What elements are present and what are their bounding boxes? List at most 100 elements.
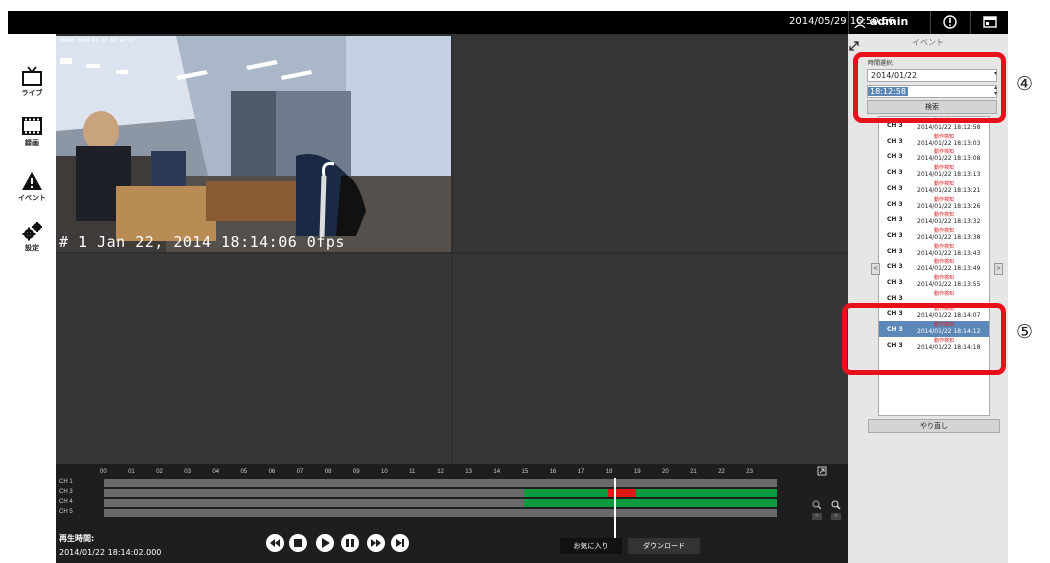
- timeline-hour-label: 21: [690, 469, 697, 475]
- event-time: 2014/01/22 18:13:49: [917, 265, 981, 273]
- play-icon: [322, 538, 330, 548]
- event-row[interactable]: CH 3 動作検知 2014/01/22 18:13:13: [879, 164, 989, 180]
- timeline-hour-label: 04: [212, 469, 220, 475]
- timeline-channel-label: CH 3: [59, 489, 73, 495]
- download-button[interactable]: ダウンロード: [628, 538, 700, 554]
- video-osd-header: 50080 2014-01-22 18:14:37: [59, 38, 135, 44]
- redo-button[interactable]: やり直し: [868, 419, 1000, 433]
- event-time: 2014/01/22 18:13:13: [917, 171, 981, 179]
- window-icon[interactable]: [982, 14, 998, 30]
- film-icon: [22, 117, 42, 135]
- stop-button[interactable]: [289, 534, 307, 552]
- event-time: 2014/01/22 18:13:26: [917, 202, 981, 210]
- event-row[interactable]: CH 3 動作検知 2014/01/22 18:13:03: [879, 133, 989, 149]
- video-cell-1[interactable]: 50080 2014-01-22 18:14:37 # 1 Jan 22, 20…: [56, 36, 451, 252]
- next-frame-button[interactable]: [391, 534, 409, 552]
- event-channel: CH 3: [887, 153, 903, 161]
- event-type: 動作検知: [934, 275, 955, 281]
- info-icon[interactable]: [942, 14, 958, 30]
- event-channel: CH 3: [887, 247, 903, 255]
- scroll-left-button[interactable]: <: [812, 513, 822, 520]
- timeline-hour-label: 14: [493, 469, 501, 475]
- timeline-channel-label: CH 5: [59, 509, 73, 515]
- event-time: 2014/01/22 18:13:43: [917, 249, 981, 257]
- panel-title: イベント: [912, 38, 944, 47]
- timeline-hour-label: 13: [465, 469, 472, 475]
- timeline-hour-label: 17: [577, 469, 585, 475]
- expand-icon[interactable]: [817, 466, 827, 476]
- timeline-hour-label: 01: [128, 469, 135, 475]
- scroll-right-button[interactable]: >: [831, 513, 841, 520]
- recording-segment: [524, 489, 777, 497]
- sidebar-item-event[interactable]: イベント: [8, 171, 56, 215]
- video-cell-2[interactable]: [453, 36, 848, 252]
- divider: [848, 11, 849, 34]
- event-channel: CH 3: [887, 263, 903, 271]
- event-row[interactable]: CH 3 動作検知 2014/01/22 18:13:08: [879, 148, 989, 164]
- timeline-track-ch1[interactable]: [104, 479, 777, 487]
- fast-forward-button[interactable]: [367, 534, 385, 552]
- event-row[interactable]: CH 3 動作検知 2014/01/22 18:13:55: [879, 274, 989, 290]
- event-row[interactable]: CH 3 動作検知 2014/01/22 18:13:49: [879, 258, 989, 274]
- recording-segment: [524, 499, 777, 507]
- event-channel: CH 3: [887, 137, 903, 145]
- video-cell-3[interactable]: [56, 254, 451, 464]
- pause-button[interactable]: [341, 534, 359, 552]
- event-type: 動作検知: [934, 243, 955, 250]
- event-type: 動作検知: [934, 290, 955, 297]
- event-type: 動作検知: [934, 212, 955, 219]
- video-cell-4[interactable]: [453, 254, 848, 464]
- event-row[interactable]: CH 3 動作検知 2014/01/22 18:13:26: [879, 196, 989, 212]
- fullscreen-icon[interactable]: [849, 41, 859, 51]
- timeline-hour-label: 22: [718, 469, 725, 475]
- timeline-panel: 00 01 02 03 04 05 06 07 08 09 10 11 12 13 14 15 16 17 18 19…: [56, 464, 848, 563]
- sidebar-item-label: 録画: [25, 139, 39, 147]
- event-channel: CH 3: [887, 122, 903, 129]
- timeline-track-ch3[interactable]: [104, 489, 777, 497]
- next-frame-icon: [396, 539, 404, 547]
- zoom-in-icon[interactable]: [831, 500, 841, 510]
- event-time: 2014/01/22 18:12:58: [917, 124, 981, 131]
- sidebar-item-live[interactable]: ライブ: [8, 66, 56, 110]
- timeline-hour-label: 08: [324, 469, 332, 475]
- zoom-out-icon[interactable]: [812, 500, 822, 510]
- video-osd-timestamp: # 1 Jan 22, 2014 18:14:06 0fps: [59, 233, 345, 251]
- sidebar: ライブ 録画 イベント 設定: [8, 34, 56, 563]
- timeline-track-ch5[interactable]: [104, 509, 777, 517]
- event-row[interactable]: CH 3 動作検知 2014/01/22 18:13:43: [879, 243, 989, 259]
- play-button[interactable]: [316, 534, 334, 552]
- timeline-hour-label: 16: [549, 469, 557, 475]
- rewind-icon: [270, 539, 280, 547]
- sidebar-item-recording[interactable]: 録画: [8, 116, 56, 160]
- playback-time-label: 再生時間:: [59, 534, 95, 543]
- timeline-hour-label: 20: [662, 469, 669, 475]
- user-menu[interactable]: admin: [852, 11, 930, 34]
- event-type: 動作検知: [934, 259, 955, 266]
- event-row[interactable]: CH 3 動作検知 2014/01/22 18:13:32: [879, 211, 989, 227]
- timeline-hour-label: 10: [381, 469, 388, 475]
- event-row[interactable]: CH 3 動作検知 2014/01/22 18:13:21: [879, 180, 989, 196]
- sidebar-item-settings[interactable]: 設定: [8, 221, 56, 265]
- rewind-button[interactable]: [266, 534, 284, 552]
- timeline-hour-label: 00: [100, 469, 107, 475]
- next-page-button[interactable]: >: [994, 263, 1003, 275]
- gears-icon: [22, 222, 42, 241]
- timeline-hour-label: 09: [352, 469, 360, 475]
- timeline-track-ch4[interactable]: [104, 499, 777, 507]
- sidebar-item-label: ライブ: [21, 89, 43, 97]
- event-row[interactable]: CH 3 動作検知 2014/01/22 18:13:38: [879, 227, 989, 243]
- sidebar-item-label: 設定: [25, 244, 39, 252]
- event-channel: CH 3: [887, 231, 903, 239]
- callout-5: ⑤: [1016, 321, 1034, 343]
- timeline-hour-label: 02: [156, 469, 163, 475]
- camera-feed: [56, 36, 451, 252]
- timeline-hour-label: 06: [268, 469, 276, 475]
- favorite-button[interactable]: お気に入り: [560, 538, 622, 554]
- timeline-channel-label: CH 1: [59, 479, 73, 485]
- top-bar: 2014/05/29 16:50:56 admin: [8, 11, 1008, 34]
- playback-time-value: 2014/01/22 18:14:02.000: [59, 548, 162, 557]
- highlight-box-time-select: [853, 52, 1006, 123]
- prev-page-button[interactable]: <: [871, 263, 880, 275]
- timeline-hour-label: 18: [605, 469, 613, 475]
- event-time: 2014/01/22 18:13:03: [917, 139, 981, 147]
